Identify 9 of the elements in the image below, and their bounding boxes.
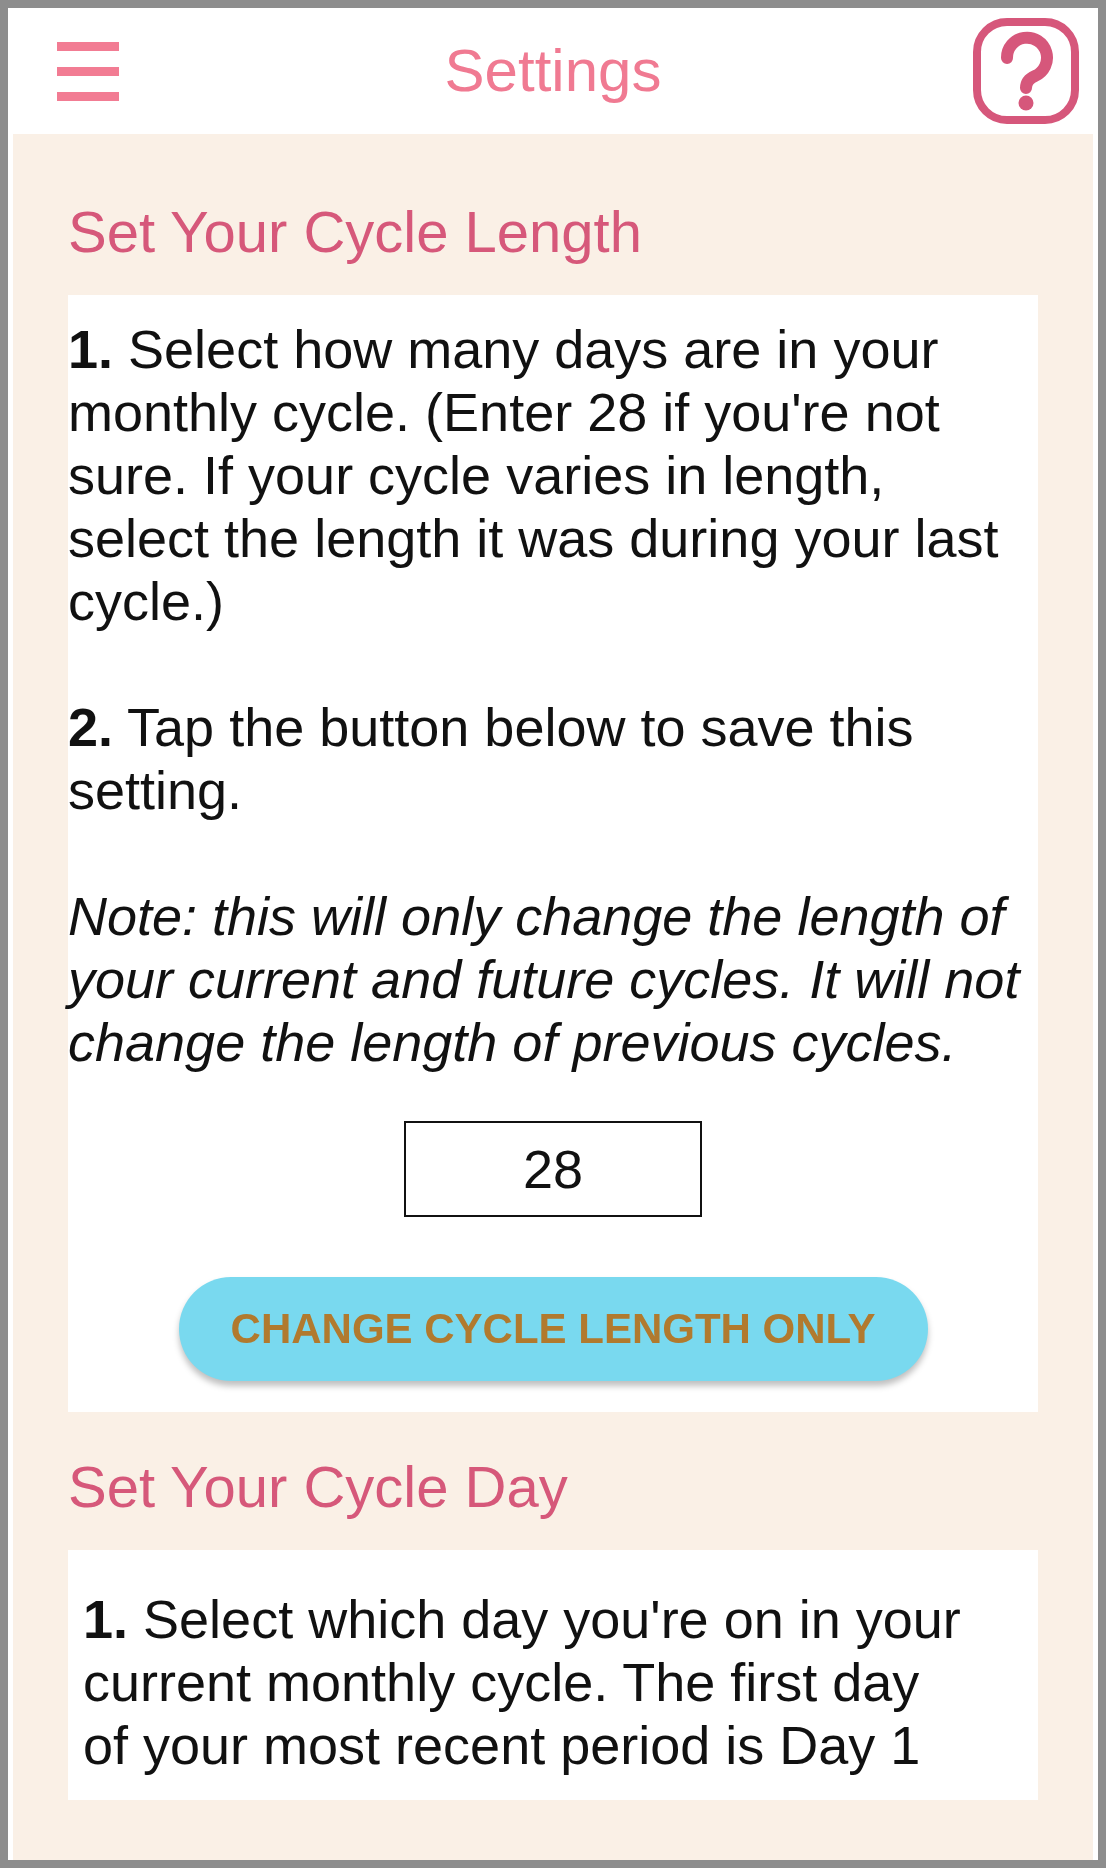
- cycle-length-field[interactable]: 28: [404, 1121, 702, 1217]
- page-title: Settings: [444, 36, 662, 106]
- instruction-text: 2. Tap the button below to save this setting.: [68, 696, 915, 822]
- section-heading: Set Your Cycle Length: [68, 198, 643, 266]
- instruction-text: 1. Select which day you're on in your current monthly cycle. The first day of your most recent period is Day 1: [83, 1588, 962, 1777]
- menu-icon[interactable]: [57, 41, 119, 101]
- section-heading: Set Your Cycle Day: [68, 1453, 569, 1521]
- instruction-text: 1. Select how many days are in your monthly cycle. (Enter 28 if you're not sure. If your cycle varies in length, select the length it was during your last cycle.): [68, 318, 1000, 633]
- help-icon[interactable]: [973, 18, 1079, 124]
